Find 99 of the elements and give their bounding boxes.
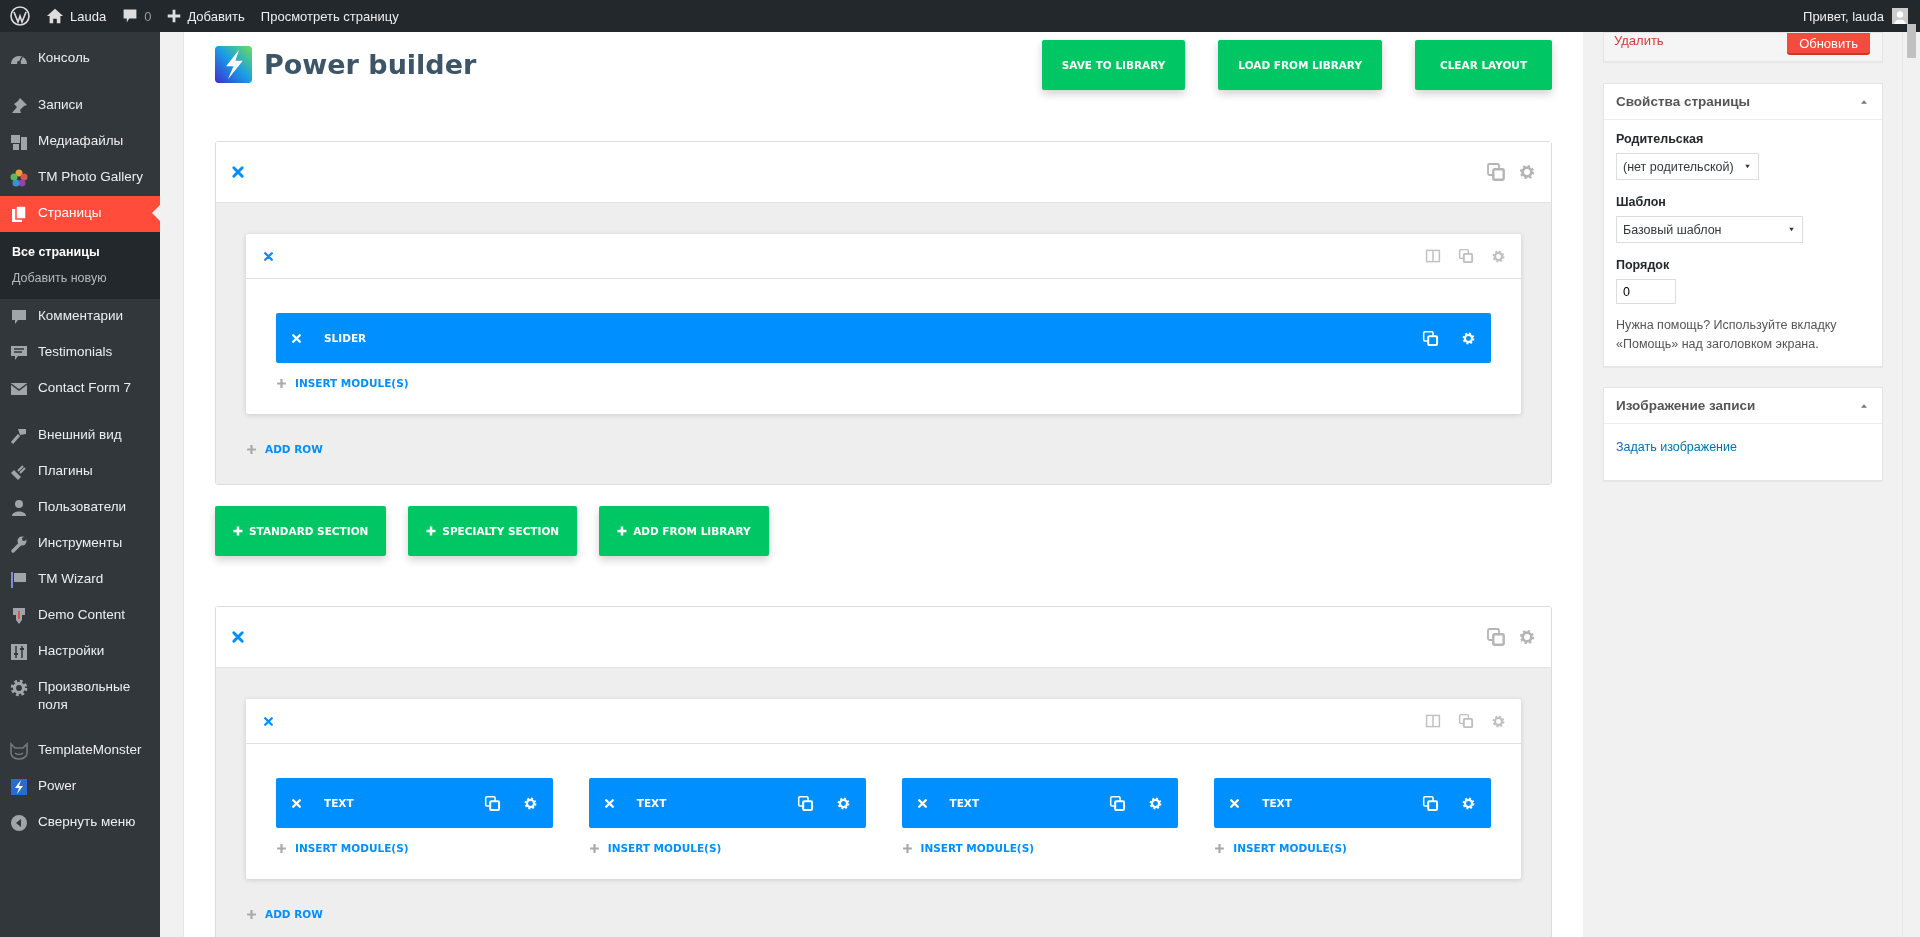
module-label: TEXT [1262,797,1293,809]
plus-icon [588,842,600,854]
close-icon[interactable] [263,715,274,727]
columns-icon[interactable] [1425,248,1441,264]
module-label: TEXT [324,797,355,809]
menu-item[interactable]: Записи [0,88,160,124]
brush-icon [9,426,29,446]
delete-link[interactable]: Удалить [1614,33,1664,48]
plus-icon [167,9,182,23]
menu-item[interactable]: Demo Content [0,598,160,634]
avatar-icon [1892,8,1908,24]
gear-icon[interactable] [1518,163,1536,181]
columns-icon[interactable] [1425,713,1441,729]
speech-bubble-icon [122,8,139,24]
plus-icon [276,377,287,389]
gear-icon[interactable] [835,795,851,811]
menu-item[interactable]: Power [0,769,160,805]
copy-icon[interactable] [1109,794,1127,812]
builder-title: Power builder [264,49,477,80]
menu-item[interactable]: Медиафайлы [0,124,160,160]
plus-icon [1214,842,1226,854]
close-icon[interactable] [263,250,274,262]
close-icon[interactable] [231,165,245,179]
panel-title: Изображение записи [1616,398,1756,413]
gear-icon[interactable] [1491,713,1506,729]
help-text: Нужна помощь? Используйте вкладку «Помощь» над заголовком экрана. [1616,317,1838,353]
plus-icon [246,908,257,920]
plus-icon [901,842,913,854]
field-label: Шаблон [1616,195,1667,209]
update-button[interactable]: Обновить [1787,33,1870,55]
gear-icon[interactable] [1518,628,1536,646]
field-label: Родительская [1616,132,1705,146]
menu-item[interactable]: Плагины [0,454,160,490]
panel-title: Свойства страницы [1616,94,1751,109]
person-icon [9,498,29,518]
field-label: Порядок [1616,258,1671,272]
plug-icon [9,462,29,482]
pin-icon [9,96,29,116]
caret-icon [1743,162,1752,171]
menu-item[interactable]: Инструменты [0,526,160,562]
copy-icon[interactable] [1486,162,1506,182]
menu-item[interactable]: Testimonials [0,335,160,371]
copy-icon[interactable] [1486,627,1506,647]
submenu-item[interactable]: Добавить новую [0,265,160,291]
copy-icon[interactable] [1422,794,1439,812]
close-icon[interactable] [231,630,245,644]
gear-icon[interactable] [522,795,538,811]
submenu-item[interactable]: Все страницы [0,239,160,265]
menu-item[interactable]: TemplateMonster [0,733,160,769]
scrollbar-thumb[interactable] [1907,24,1916,58]
gear-icon[interactable] [1461,330,1476,346]
menu-item[interactable]: Свернуть меню [0,805,160,841]
plus-icon [233,526,243,536]
gear-icon[interactable] [1491,248,1506,264]
menu-item[interactable]: Произвольные поля [0,670,160,722]
plus-icon [246,443,257,455]
menu-item[interactable]: Комментарии [0,299,160,335]
parent-dropdown[interactable]: (нет родительской) [1616,153,1759,180]
cat-icon [9,741,29,761]
copy-icon[interactable] [1422,329,1439,347]
media-icon [9,132,29,152]
menu-item[interactable]: Contact Form 7 [0,371,160,407]
module-label: TEXT [636,797,668,809]
menu-item[interactable]: TM Photo Gallery [0,160,160,196]
gear-icon[interactable] [1461,795,1476,811]
copy-icon[interactable] [483,794,501,812]
pages-icon [9,204,29,224]
menu-item[interactable]: TM Wizard [0,562,160,598]
add-new-link[interactable]: Добавить [159,0,253,32]
sliders-icon [9,642,29,662]
module-label: TEXT [949,797,981,809]
home-icon [46,7,64,25]
gear-icon [9,678,29,698]
menu-item[interactable]: Консоль [0,41,160,77]
user-greeting[interactable]: Привет, lauda [1795,0,1912,32]
order-field[interactable]: 0 [1616,279,1676,304]
bolt-icon [9,777,29,797]
site-link[interactable]: Lauda [38,0,115,32]
menu-item[interactable]: Внешний вид [0,418,160,454]
copy-icon[interactable] [1458,713,1474,729]
plus-icon [426,526,437,536]
wrench-icon [9,534,29,554]
view-page-link[interactable]: Просмотреть страницу [252,0,407,32]
caret-icon [1787,225,1796,234]
flower-icon [9,168,29,188]
menu-item[interactable]: Настройки [0,634,160,670]
comments-link[interactable]: 0 [114,0,160,32]
flag-icon [9,570,29,590]
copy-icon[interactable] [1458,248,1474,264]
plus-icon [617,526,628,536]
copy-icon[interactable] [796,794,814,812]
plus-icon [276,842,287,854]
menu-item[interactable]: Пользователи [0,490,160,526]
template-dropdown[interactable]: Базовый шаблон [1616,216,1803,243]
module-label: SLIDER [324,332,368,344]
bolt-logo-icon [215,46,252,83]
wordpress-logo-icon[interactable] [10,6,30,26]
set-image-link[interactable]: Задать изображение [1616,440,1737,454]
gear-icon[interactable] [1148,795,1164,811]
